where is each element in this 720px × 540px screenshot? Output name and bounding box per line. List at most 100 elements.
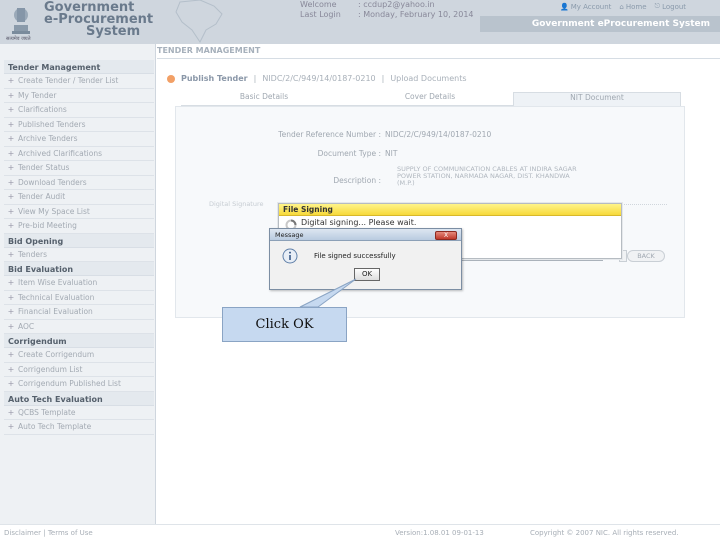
plus-icon: + [7, 148, 15, 158]
ok-button[interactable]: OK [354, 268, 380, 281]
footer-version: Version:1.08.01 09-01-13 [395, 529, 484, 537]
plus-icon: + [7, 307, 15, 317]
tender-ref-label: Tender Reference Number : [278, 130, 381, 139]
india-map-icon [175, 0, 223, 43]
sidebar-item-label: Financial Evaluation [18, 307, 93, 317]
breadcrumb-upload-documents: Upload Documents [390, 74, 467, 83]
sidebar-item[interactable]: + Technical Evaluation [4, 291, 154, 305]
logout-icon: ⎋ [654, 2, 661, 10]
sidebar-item[interactable]: + Corrigendum List [4, 363, 154, 377]
plus-icon: + [7, 350, 15, 360]
sidebar-item[interactable]: + Financial Evaluation [4, 305, 154, 320]
sidebar-item-label: Download Tenders [18, 177, 87, 187]
footer: Disclaimer | Terms of Use Version:1.08.0… [0, 524, 720, 540]
tab-bar: Basic Details Cover Details NIT Document [181, 92, 681, 106]
sidebar-item[interactable]: + My Tender [4, 89, 154, 103]
digital-signature-label: Digital Signature [209, 200, 264, 208]
plus-icon: + [7, 278, 15, 288]
sidebar-item-label: Archived Clarifications [18, 148, 103, 158]
plus-icon: + [7, 134, 15, 144]
tab-cover-details[interactable]: Cover Details [347, 92, 513, 106]
logo-text: Government e-Procurement System [44, 0, 154, 39]
logout-link[interactable]: ⎋ Logout [655, 2, 687, 11]
breadcrumb-separator: | [381, 74, 385, 83]
sidebar-item[interactable]: + Tenders [4, 248, 154, 262]
breadcrumb-separator: | [253, 74, 257, 83]
my-account-link[interactable]: 👤 My Account [560, 2, 611, 11]
plus-icon: + [7, 90, 15, 100]
sidebar-item-label: Item Wise Evaluation [18, 278, 98, 288]
sidebar-item[interactable]: + Item Wise Evaluation [4, 276, 154, 291]
info-icon [282, 248, 298, 264]
sidebar-item[interactable]: + Download Tenders [4, 176, 154, 190]
sidebar-section-title: Auto Tech Evaluation [4, 391, 154, 406]
sidebar-item[interactable]: + Clarifications [4, 103, 154, 118]
breadcrumb-tender-id[interactable]: NIDC/2/C/949/14/0187-0210 [262, 74, 375, 83]
sidebar-item-label: Corrigendum List [18, 364, 83, 374]
sidebar-item[interactable]: + View My Space List [4, 205, 154, 219]
sidebar-item[interactable]: + Archive Tenders [4, 132, 154, 147]
close-icon[interactable]: X [435, 231, 457, 240]
sidebar-item[interactable]: + AOC [4, 320, 154, 334]
sidebar-item[interactable]: + QCBS Template [4, 406, 154, 420]
footer-links[interactable]: Disclaimer | Terms of Use [4, 529, 93, 537]
tender-ref-row: Tender Reference Number : NIDC/2/C/949/14… [261, 130, 491, 139]
sidebar-item-label: Tenders [18, 249, 48, 259]
sidebar-item[interactable]: + Corrigendum Published List [4, 377, 154, 392]
file-signing-title: File Signing [279, 204, 621, 216]
logo-caption: सत्यमेव जयते [6, 36, 31, 42]
plus-icon: + [7, 177, 15, 187]
sidebar-item-label: My Tender [18, 90, 57, 100]
callout-label: Click OK [222, 307, 347, 342]
sidebar-menu: Tender Management + Create Tender / Tender… [4, 60, 154, 435]
sidebar-item-label: AOC [18, 321, 35, 331]
sidebar-item-label: Create Corrigendum [18, 350, 95, 360]
sidebar-item[interactable]: + Tender Audit [4, 190, 154, 205]
sidebar-section-title: Bid Evaluation [4, 262, 154, 276]
breadcrumb: Publish Tender | NIDC/2/C/949/14/0187-02… [167, 74, 467, 83]
sidebar-item-label: Corrigendum Published List [18, 379, 121, 389]
plus-icon: + [7, 249, 15, 259]
breadcrumb-publish-tender[interactable]: Publish Tender [181, 74, 248, 83]
plus-icon: + [7, 407, 15, 417]
sidebar-item-label: Tender Status [18, 163, 70, 173]
welcome-box: Welcome: ccdup2@yahoo.in Last Login: Mon… [300, 0, 474, 20]
tender-ref-value: NIDC/2/C/949/14/0187-0210 [385, 130, 492, 139]
home-icon: ⌂ [619, 2, 624, 11]
plus-icon: + [7, 206, 15, 216]
sidebar-item-label: Clarifications [18, 105, 67, 115]
sidebar-item[interactable]: + Pre-bid Meeting [4, 219, 154, 234]
sidebar-item[interactable]: + Create Corrigendum [4, 348, 154, 363]
description-value: SUPPLY OF COMMUNICATION CABLES AT INDIRA… [397, 165, 577, 187]
plus-icon: + [7, 321, 15, 331]
tab-basic-details[interactable]: Basic Details [181, 92, 347, 106]
tab-nit-document[interactable]: NIT Document [513, 92, 681, 106]
plus-icon: + [7, 192, 15, 202]
sidebar-item[interactable]: + Published Tenders [4, 118, 154, 132]
sidebar-item[interactable]: + Auto Tech Template [4, 420, 154, 435]
plus-icon: + [7, 364, 15, 374]
last-login-value: : Monday, February 10, 2014 [358, 10, 474, 19]
home-link[interactable]: ⌂ Home [619, 2, 646, 11]
message-dialog-title: Message [270, 229, 461, 241]
plus-icon: + [7, 379, 15, 389]
back-button[interactable]: BACK [627, 250, 665, 262]
message-text: File signed successfully [314, 252, 396, 260]
doc-type-label: Document Type : [317, 149, 381, 158]
description-row: Description : [261, 176, 385, 185]
sidebar-item[interactable]: + Archived Clarifications [4, 147, 154, 161]
page-title: TENDER MANAGEMENT [157, 46, 261, 55]
title-divider [157, 58, 720, 59]
arrow-icon [167, 74, 175, 83]
sidebar-item-label: Pre-bid Meeting [18, 221, 77, 231]
plus-icon: + [7, 221, 15, 231]
sidebar-item-label: View My Space List [18, 206, 90, 216]
sidebar-item-label: Tender Audit [18, 192, 66, 202]
emblem-icon [12, 8, 30, 34]
plus-icon: + [7, 163, 15, 173]
doc-type-row: Document Type : NIT [261, 149, 398, 158]
footer-copyright: Copyright © 2007 NIC. All rights reserve… [530, 529, 679, 537]
sidebar-item-label: Technical Evaluation [18, 292, 95, 302]
sidebar-item[interactable]: + Create Tender / Tender List [4, 74, 154, 89]
sidebar-item[interactable]: + Tender Status [4, 161, 154, 176]
